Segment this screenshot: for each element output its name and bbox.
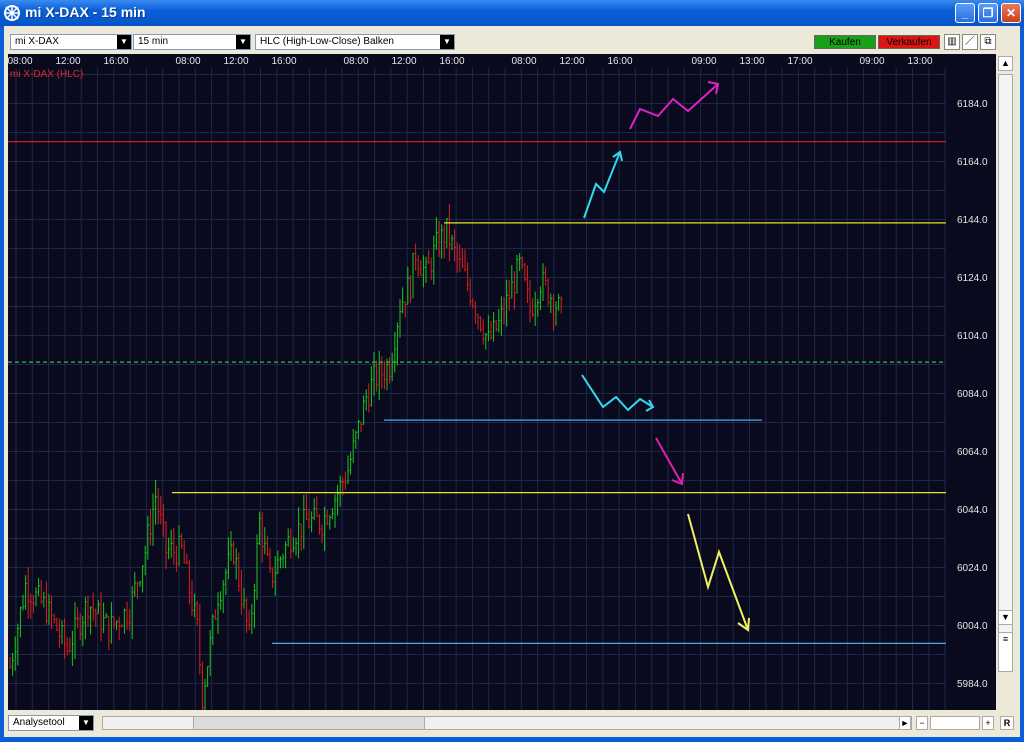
time-tick-label: 12:00: [559, 56, 584, 67]
bar-chart-tool-icon[interactable]: ▥: [944, 34, 960, 50]
restore-button[interactable]: ❐: [978, 3, 998, 23]
price-tick-label: 5984.0: [957, 679, 988, 690]
close-button[interactable]: ✕: [1001, 3, 1021, 23]
price-tick-label: 6044.0: [957, 505, 988, 516]
time-tick-label: 12:00: [223, 56, 248, 67]
vertical-scrollbar[interactable]: ▲ ▼ ≡: [996, 54, 1016, 710]
time-tick-label: 08:00: [511, 56, 536, 67]
price-axis: 6184.0 6164.0 6144.0 6124.0 6104.0 6084.0 6064…: [946, 54, 996, 710]
price-tick-label: 6004.0: [957, 621, 988, 632]
time-tick-label: 13:00: [739, 56, 764, 67]
price-axis-band: [946, 54, 996, 710]
time-tick-label: 16:00: [439, 56, 464, 67]
time-tick-label: 16:00: [271, 56, 296, 67]
window-frame-right: [1020, 26, 1024, 742]
window-frame-left: [0, 26, 4, 742]
price-tick-label: 6184.0: [957, 99, 988, 110]
chevron-down-icon[interactable]: ▼: [440, 35, 454, 49]
scroll-down-icon[interactable]: ▼: [998, 610, 1013, 625]
price-tick-label: 6144.0: [957, 215, 988, 226]
reset-button[interactable]: R: [1000, 716, 1014, 730]
interval-value: 15 min: [138, 36, 169, 47]
window-title: mi X-DAX - 15 min: [25, 4, 146, 20]
time-tick-label: 16:00: [103, 56, 128, 67]
interval-select[interactable]: 15 min ▼: [133, 34, 251, 50]
chevron-down-icon[interactable]: ▼: [236, 35, 250, 49]
time-tick-label: 08:00: [343, 56, 368, 67]
line-draw-tool-icon[interactable]: ／: [962, 34, 978, 50]
chevron-down-icon[interactable]: ▼: [117, 35, 131, 49]
time-tick-label: 08:00: [8, 56, 33, 67]
minimize-button[interactable]: _: [955, 3, 975, 23]
zoom-in-button[interactable]: +: [982, 716, 994, 730]
chevron-down-icon[interactable]: ▼: [79, 716, 93, 730]
price-tick-label: 6164.0: [957, 157, 988, 168]
time-tick-label: 12:00: [391, 56, 416, 67]
time-axis: 08:00 12:00 16:00 08:00 12:00 16:00 08:00 12:00…: [7, 54, 946, 67]
time-tick-label: 08:00: [175, 56, 200, 67]
price-tick-label: 6104.0: [957, 331, 988, 342]
instrument-value: mi X-DAX: [15, 36, 59, 47]
price-tick-label: 6024.0: [957, 563, 988, 574]
scroll-up-icon[interactable]: ▲: [998, 56, 1013, 71]
time-tick-label: 17:00: [787, 56, 812, 67]
scroll-right-icon[interactable]: ►: [899, 716, 911, 730]
chart-canvas[interactable]: 08:00 12:00 16:00 08:00 12:00 16:00 08:00 12:00…: [7, 54, 996, 717]
price-tick-label: 6084.0: [957, 389, 988, 400]
window-tool-icon[interactable]: ⧉: [980, 34, 996, 50]
instrument-select[interactable]: mi X-DAX ▼: [10, 34, 132, 50]
time-tick-label: 12:00: [55, 56, 80, 67]
price-tick-label: 6064.0: [957, 447, 988, 458]
chart-legend: mi X-DAX (HLC): [10, 69, 83, 80]
window-frame-bottom: [0, 737, 1024, 742]
time-tick-label: 09:00: [691, 56, 716, 67]
horizontal-scrollbar[interactable]: [102, 716, 912, 730]
time-tick-label: 09:00: [859, 56, 884, 67]
time-tick-label: 13:00: [907, 56, 932, 67]
scroll-grip[interactable]: ≡: [998, 632, 1013, 672]
chart-type-select[interactable]: HLC (High-Low-Close) Balken ▼: [255, 34, 455, 50]
title-bar: mi X-DAX - 15 min _ ❐ ✕: [0, 0, 1024, 26]
price-chart[interactable]: 08:00 12:00 16:00 08:00 12:00 16:00 08:00 12:00…: [7, 54, 996, 717]
vertical-scroll-thumb[interactable]: [998, 74, 1013, 654]
horizontal-scroll-thumb[interactable]: [193, 717, 425, 729]
time-tick-label: 16:00: [607, 56, 632, 67]
analysis-tool-select[interactable]: Analysetool ▼: [8, 715, 94, 731]
chart-toolbar: mi X-DAX ▼ 15 min ▼ HLC (High-Low-Close)…: [4, 30, 1020, 54]
buy-button[interactable]: Kaufen: [814, 35, 876, 49]
app-icon: [4, 5, 20, 21]
sell-button[interactable]: Verkaufen: [878, 35, 940, 49]
zoom-out-button[interactable]: −: [916, 716, 928, 730]
bottom-bar: Analysetool ▼ ► − + R: [4, 712, 1020, 734]
chart-type-value: HLC (High-Low-Close) Balken: [260, 36, 394, 47]
price-tick-label: 6124.0: [957, 273, 988, 284]
zoom-slider[interactable]: [930, 716, 980, 730]
analysis-tool-value: Analysetool: [13, 717, 65, 728]
